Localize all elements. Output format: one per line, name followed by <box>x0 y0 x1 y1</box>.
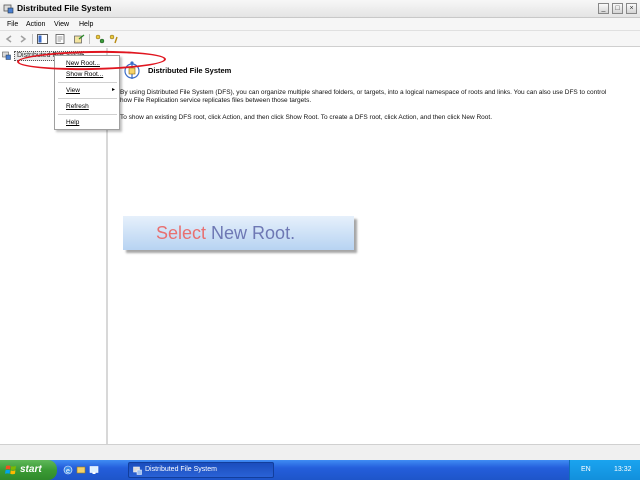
menu-view[interactable]: View <box>54 21 69 28</box>
minimize-button[interactable]: _ <box>598 3 609 14</box>
system-tray: EN 13:32 <box>569 460 640 480</box>
menu-item-label: View <box>66 87 80 94</box>
dfs-taskbar-icon <box>133 466 142 475</box>
svg-text:e: e <box>66 468 70 475</box>
status-bar <box>0 444 640 460</box>
taskbar: start e Distributed File System EN 13:32 <box>0 460 640 480</box>
tutorial-callout: Select New Root. <box>123 216 354 250</box>
windows-flag-icon <box>5 465 16 475</box>
menu-help[interactable]: Help <box>79 21 93 28</box>
language-indicator[interactable]: EN <box>581 466 591 473</box>
maximize-button[interactable]: □ <box>612 3 623 14</box>
help-icon[interactable] <box>109 34 120 44</box>
clock[interactable]: 13:32 <box>614 466 632 473</box>
dfs-app-icon <box>3 4 14 14</box>
menu-bar: File Action View Help <box>0 18 640 31</box>
title-bar: Distributed File System _ □ × <box>0 0 640 18</box>
menu-action[interactable]: Action <box>26 21 45 28</box>
instruction-paragraph: To show an existing DFS root, click Acti… <box>120 114 492 121</box>
menu-item-refresh[interactable]: Refresh <box>55 101 119 112</box>
menu-file[interactable]: File <box>7 21 18 28</box>
callout-select-word: Select <box>156 223 207 243</box>
menu-item-label: Refresh <box>66 103 89 110</box>
forward-arrow-icon[interactable] <box>17 34 28 44</box>
menu-item-show-root[interactable]: Show Root... <box>55 69 119 80</box>
menu-separator <box>58 114 117 115</box>
content-title: Distributed File System <box>148 66 232 75</box>
toolbar-separator <box>32 34 33 44</box>
back-arrow-icon[interactable] <box>4 34 15 44</box>
quick-launch-ie-icon[interactable]: e <box>63 465 73 475</box>
toolbar <box>0 31 640 47</box>
taskbar-window-button[interactable]: Distributed File System <box>128 462 274 478</box>
toolbar-separator <box>89 34 90 44</box>
close-button[interactable]: × <box>626 3 637 14</box>
start-button[interactable]: start <box>0 460 57 480</box>
taskbar-window-label: Distributed File System <box>145 466 217 473</box>
menu-item-label: Help <box>66 119 80 126</box>
menu-item-view[interactable]: View ▸ <box>55 85 119 96</box>
properties-icon[interactable] <box>55 34 66 44</box>
submenu-arrow-icon: ▸ <box>111 87 115 93</box>
show-hide-tree-icon[interactable] <box>37 34 48 44</box>
menu-item-label: Show Root... <box>66 71 104 78</box>
start-label: start <box>20 464 42 475</box>
quick-launch-desktop-icon[interactable] <box>89 465 99 475</box>
menu-separator <box>58 98 117 99</box>
dfs-tree-icon <box>2 51 11 60</box>
export-list-icon[interactable] <box>74 34 85 44</box>
refresh-icon[interactable] <box>95 34 106 44</box>
window-title: Distributed File System <box>17 3 112 13</box>
callout-rest-text: New Root. <box>206 223 296 243</box>
description-paragraph: By using Distributed File System (DFS), … <box>120 89 607 104</box>
menu-separator <box>58 82 117 83</box>
quick-launch-explorer-icon[interactable] <box>76 465 86 475</box>
menu-item-help[interactable]: Help <box>55 117 119 128</box>
